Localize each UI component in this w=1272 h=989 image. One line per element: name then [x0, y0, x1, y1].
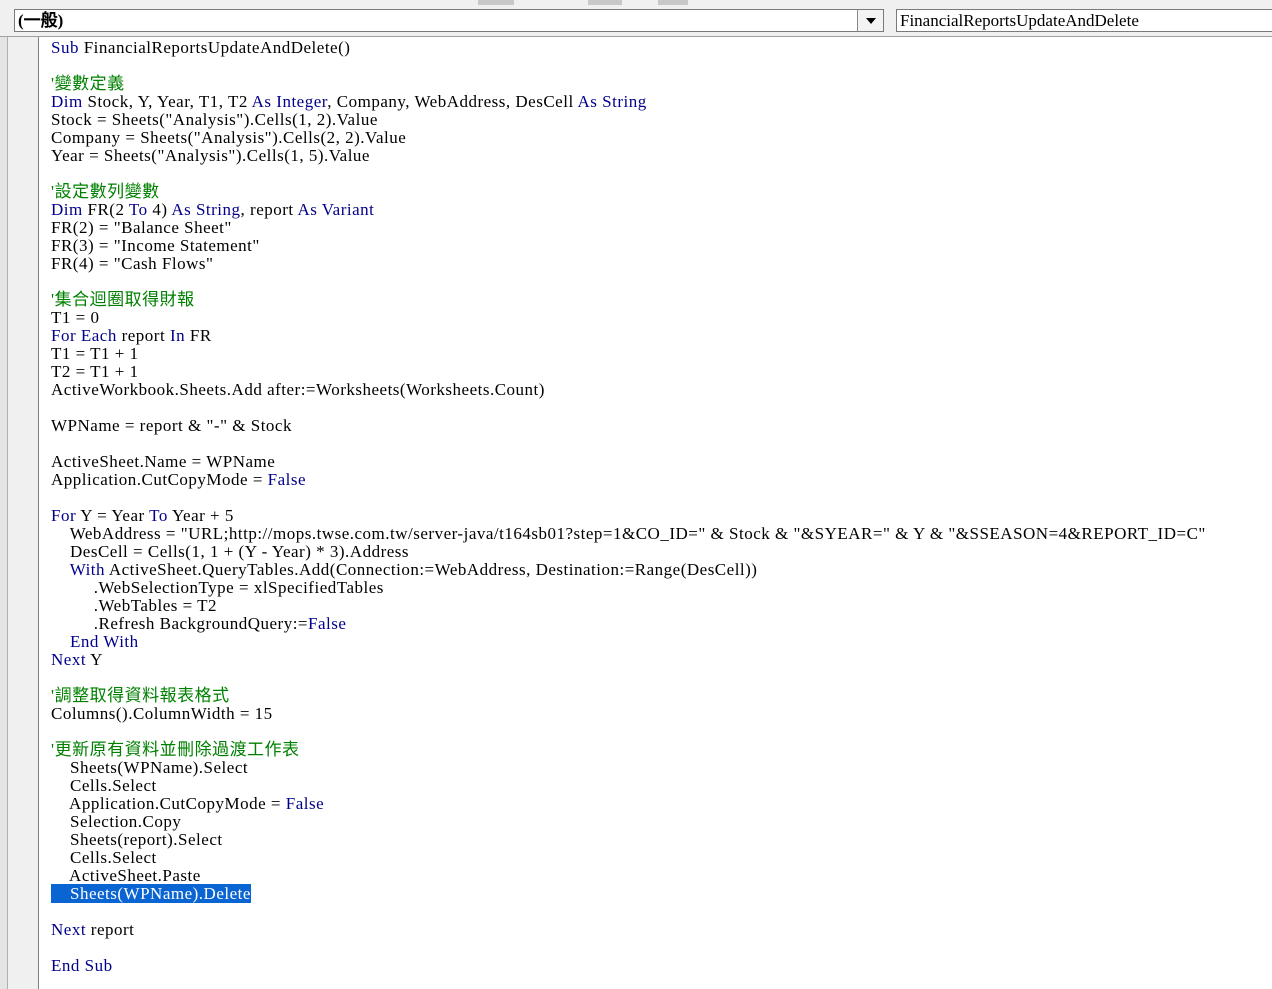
- chevron-down-icon: [866, 18, 876, 24]
- code-line: For Each report In FR: [51, 326, 212, 345]
- procedure-combo[interactable]: FinancialReportsUpdateAndDelete: [896, 9, 1272, 32]
- code-line: .Refresh BackgroundQuery:=False: [51, 614, 347, 633]
- code-line: ActiveSheet.Name = WPName: [51, 452, 276, 471]
- code-line: .WebTables = T2: [51, 596, 218, 615]
- object-combo-dropdown-button[interactable]: [857, 10, 883, 31]
- code-line: FR(2) = "Balance Sheet": [51, 218, 232, 237]
- toolbar-grip: [658, 0, 688, 5]
- window-edge: [0, 37, 8, 989]
- code-line: Next report: [51, 920, 135, 939]
- code-line: Cells.Select: [51, 848, 157, 867]
- code-text[interactable]: Sub FinancialReportsUpdateAndDelete() '變…: [51, 39, 1206, 975]
- code-line: WPName = report & "-" & Stock: [51, 416, 292, 435]
- code-line: Selection.Copy: [51, 812, 182, 831]
- code-line: For Y = Year To Year + 5: [51, 506, 234, 525]
- code-line: T2 = T1 + 1: [51, 362, 139, 381]
- code-line: .WebSelectionType = xlSpecifiedTables: [51, 578, 384, 597]
- procedure-combo-value: FinancialReportsUpdateAndDelete: [900, 11, 1139, 30]
- code-line: Application.CutCopyMode = False: [51, 470, 307, 489]
- code-comment: '更新原有資料並刪除過渡工作表: [51, 740, 300, 759]
- code-comment: '變數定義: [51, 74, 125, 93]
- code-line: WebAddress = "URL;http://mops.twse.com.t…: [51, 524, 1206, 543]
- code-line: Application.CutCopyMode = False: [51, 794, 325, 813]
- code-line-selected: Sheets(WPName).Delete: [51, 884, 1206, 903]
- code-line: Cells.Select: [51, 776, 157, 795]
- code-editor[interactable]: Sub FinancialReportsUpdateAndDelete() '變…: [0, 37, 1272, 989]
- code-line: Year = Sheets("Analysis").Cells(1, 5).Va…: [51, 146, 370, 165]
- selected-text[interactable]: Sheets(WPName).Delete: [51, 884, 251, 903]
- code-comment: '設定數列變數: [51, 182, 160, 201]
- code-line: Company = Sheets("Analysis").Cells(2, 2)…: [51, 128, 407, 147]
- code-line: FR(4) = "Cash Flows": [51, 254, 214, 273]
- margin-indicator-bar[interactable]: [8, 37, 39, 989]
- code-window-toolbar: (一般) FinancialReportsUpdateAndDelete: [0, 6, 1272, 37]
- code-line: T1 = T1 + 1: [51, 344, 139, 363]
- code-line: With ActiveSheet.QueryTables.Add(Connect…: [69, 560, 758, 579]
- code-comment: '調整取得資料報表格式: [51, 686, 230, 705]
- code-line: Stock = Sheets("Analysis").Cells(1, 2).V…: [51, 110, 378, 129]
- code-line: Next Y: [51, 650, 103, 669]
- code-line: Dim Stock, Y, Year, T1, T2 As Integer, C…: [51, 92, 647, 111]
- code-line: ActiveWorkbook.Sheets.Add after:=Workshe…: [51, 380, 545, 399]
- code-line: Sheets(WPName).Select: [51, 758, 249, 777]
- code-comment: '集合迴圈取得財報: [51, 290, 195, 309]
- code-line: FR(3) = "Income Statement": [51, 236, 260, 255]
- toolbar-grip: [478, 0, 514, 5]
- code-line: T1 = 0: [51, 308, 100, 327]
- code-line: Sheets(report).Select: [51, 830, 223, 849]
- code-line: ActiveSheet.Paste: [51, 866, 201, 885]
- code-line: DesCell = Cells(1, 1 + (Y - Year) * 3).A…: [51, 542, 410, 561]
- code-line: Columns().ColumnWidth = 15: [51, 704, 273, 723]
- toolbar-grip: [588, 0, 622, 5]
- code-line: Sub FinancialReportsUpdateAndDelete(): [51, 38, 351, 57]
- object-combo[interactable]: (一般): [14, 9, 884, 32]
- code-line: Dim FR(2 To 4) As String, report As Vari…: [51, 200, 375, 219]
- object-combo-value: (一般): [18, 11, 64, 30]
- code-line: End With: [70, 632, 139, 651]
- code-line: End Sub: [51, 956, 113, 975]
